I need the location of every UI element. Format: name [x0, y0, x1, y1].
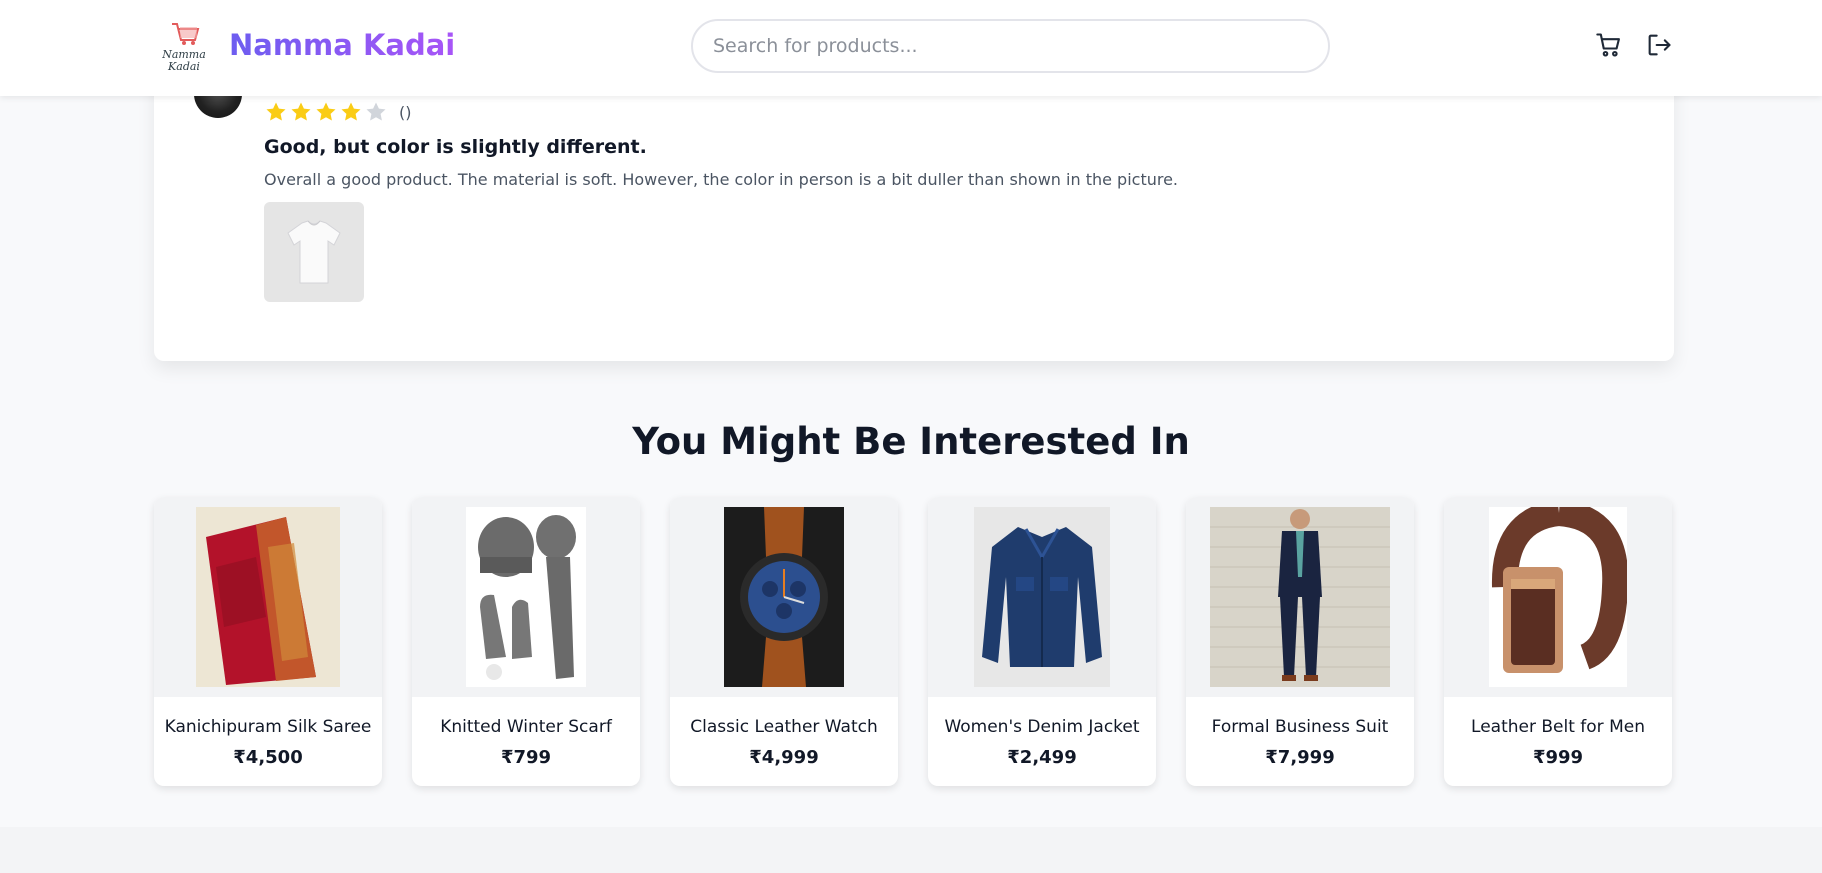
product-image: [974, 507, 1110, 687]
review-title: Good, but color is slightly different.: [264, 136, 647, 158]
product-image: [1210, 507, 1390, 687]
cart-logo-icon: Namma Kadai: [161, 23, 206, 73]
recommendations-title: You Might Be Interested In: [632, 420, 1190, 463]
product-card[interactable]: Formal Business Suit ₹7,999: [1186, 497, 1414, 786]
product-name: Kanichipuram Silk Saree: [164, 717, 372, 737]
logout-icon: [1648, 34, 1671, 56]
product-image-area: [1444, 497, 1672, 697]
product-image: [466, 507, 586, 687]
shopping-cart-icon: [1596, 33, 1620, 57]
rating-count: (): [399, 102, 412, 122]
product-image: [1489, 507, 1627, 687]
product-card[interactable]: Kanichipuram Silk Saree ₹4,500: [154, 497, 382, 786]
winter-scarf-image: [466, 507, 586, 687]
leather-belt-image: [1489, 507, 1627, 687]
star-empty-icon: [366, 102, 386, 121]
product-card[interactable]: Women's Denim Jacket ₹2,499: [928, 497, 1156, 786]
logout-button[interactable]: [1644, 30, 1674, 60]
denim-jacket-image: [974, 507, 1110, 687]
product-price: ₹4,999: [749, 747, 819, 768]
product-image-area: [928, 497, 1156, 697]
review-body: Overall a good product. The material is …: [264, 170, 1179, 189]
review-image[interactable]: [264, 202, 364, 302]
white-tshirt-image: [287, 220, 341, 284]
product-price: ₹799: [500, 747, 552, 768]
product-name: Knitted Winter Scarf: [440, 717, 612, 737]
product-price: ₹7,999: [1265, 747, 1335, 768]
brand-name[interactable]: Namma Kadai: [229, 28, 455, 62]
leather-watch-image: [724, 507, 844, 687]
star-filled-icon: [341, 102, 361, 121]
review-rating: (): [264, 100, 411, 124]
cart-button[interactable]: [1594, 30, 1624, 60]
product-card[interactable]: Knitted Winter Scarf ₹799: [412, 497, 640, 786]
brand-logo[interactable]: Namma Kadai: [156, 18, 212, 74]
star-filled-icon: [266, 102, 286, 121]
top-navbar: Namma Kadai Namma Kadai: [0, 0, 1822, 96]
product-name: Leather Belt for Men: [1471, 717, 1645, 737]
footer-band: [0, 827, 1822, 873]
product-image-area: [154, 497, 382, 697]
logo-text-bottom: Kadai: [167, 60, 200, 73]
star-filled-icon: [291, 102, 311, 121]
search-input[interactable]: [691, 19, 1330, 73]
product-price: ₹999: [1532, 747, 1584, 768]
star-filled-icon: [316, 102, 336, 121]
product-image-area: [412, 497, 640, 697]
product-grid: Kanichipuram Silk Saree ₹4,500 Knitted W…: [154, 497, 1672, 786]
product-image: [724, 507, 844, 687]
product-image-area: [670, 497, 898, 697]
silk-saree-image: [196, 507, 340, 687]
product-name: Women's Denim Jacket: [944, 717, 1140, 737]
product-price: ₹2,499: [1007, 747, 1077, 768]
review-card: () Good, but color is slightly different…: [154, 60, 1674, 361]
product-card[interactable]: Classic Leather Watch ₹4,999: [670, 497, 898, 786]
product-image: [196, 507, 340, 687]
product-image-area: [1186, 497, 1414, 697]
product-price: ₹4,500: [233, 747, 303, 768]
product-card[interactable]: Leather Belt for Men ₹999: [1444, 497, 1672, 786]
product-name: Formal Business Suit: [1211, 717, 1389, 737]
product-name: Classic Leather Watch: [690, 717, 878, 737]
business-suit-image: [1210, 507, 1390, 687]
